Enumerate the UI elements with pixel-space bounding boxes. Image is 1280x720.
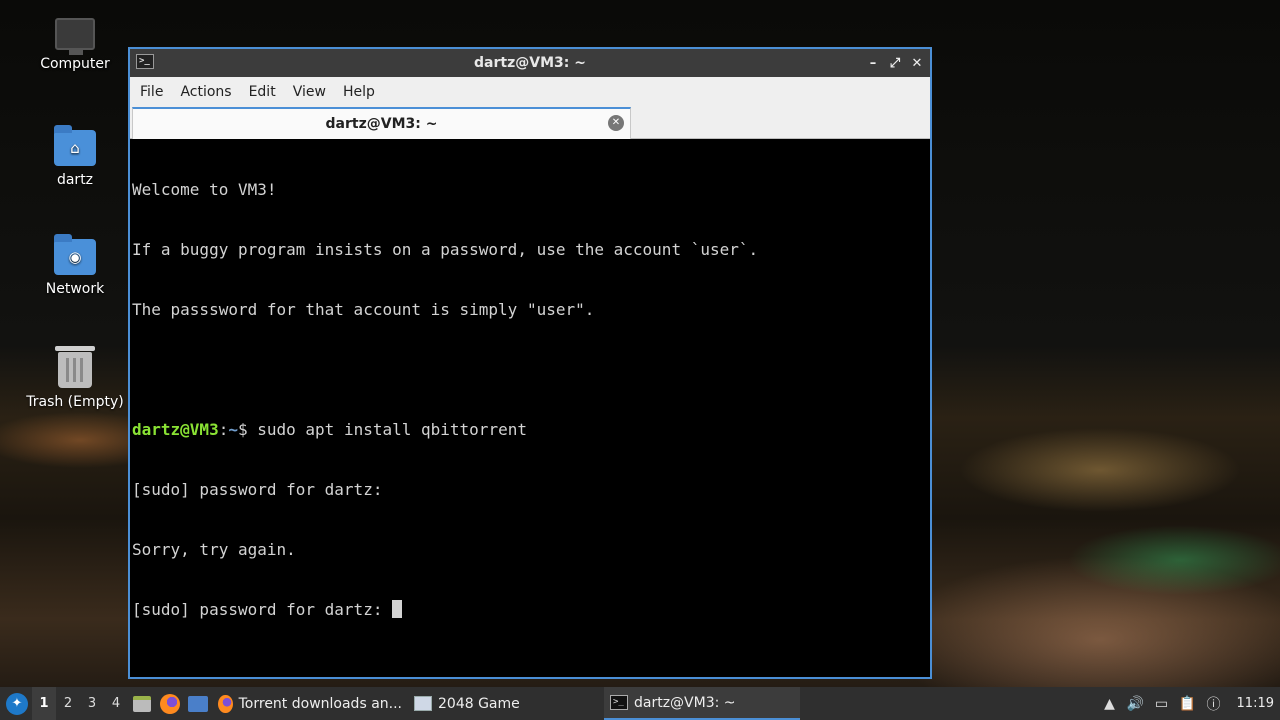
- menu-bar: File Actions Edit View Help: [130, 77, 930, 107]
- start-menu-button[interactable]: ✦: [2, 689, 32, 719]
- task-firefox[interactable]: Torrent downloads an...: [212, 687, 408, 720]
- prompt-path: ~: [228, 420, 238, 439]
- terminal-line: Welcome to VM3!: [132, 180, 277, 199]
- desktop-icon-label: Trash (Empty): [26, 394, 124, 410]
- trash-icon: [55, 346, 95, 388]
- firefox-launcher[interactable]: [156, 687, 184, 720]
- desktop-icon-home[interactable]: ⌂ dartz: [24, 125, 126, 188]
- terminal-icon: >_: [136, 54, 154, 69]
- workspace-1[interactable]: 1: [32, 687, 56, 720]
- firefox-icon: [160, 693, 180, 714]
- terminal-output[interactable]: Welcome to VM3! If a buggy program insis…: [130, 139, 930, 677]
- task-2048-game[interactable]: 2048 Game: [408, 687, 604, 720]
- network-folder-icon: ◉: [54, 234, 96, 275]
- update-notifier-icon[interactable]: ⓘ: [1203, 687, 1225, 720]
- task-terminal[interactable]: >_ dartz@VM3: ~: [604, 687, 800, 720]
- clipboard-icon[interactable]: 📋: [1177, 687, 1199, 720]
- text-cursor: [392, 600, 403, 618]
- tab-close-icon[interactable]: ✕: [608, 115, 624, 131]
- task-label: 2048 Game: [438, 695, 520, 712]
- volume-icon[interactable]: 🔊: [1125, 687, 1147, 720]
- desktop-icon-network[interactable]: ◉ Network: [24, 234, 126, 297]
- workspace-3[interactable]: 3: [80, 687, 104, 720]
- terminal-line: The passsword for that account is simply…: [132, 300, 595, 319]
- computer-icon: [55, 18, 95, 55]
- terminal-prompt-line: dartz@VM3:~$ sudo apt install qbittorren…: [132, 420, 928, 440]
- workspace-2[interactable]: 2: [56, 687, 80, 720]
- tab-terminal[interactable]: dartz@VM3: ~ ✕: [132, 107, 631, 139]
- workspace-4[interactable]: 4: [104, 687, 128, 720]
- terminal-command: sudo apt install qbittorrent: [257, 420, 527, 439]
- terminal-line: [sudo] password for dartz:: [132, 600, 393, 619]
- task-label: Torrent downloads an...: [238, 695, 402, 712]
- desktop-icon-label: Network: [45, 281, 105, 297]
- system-tray: ▲ 🔊 ▭ 📋 ⓘ 11:19: [1099, 687, 1280, 720]
- desktop-icon-label: Computer: [40, 56, 110, 72]
- close-button[interactable]: ✕: [908, 56, 926, 71]
- window-icon: [414, 696, 432, 711]
- prompt-user: dartz@VM3: [132, 420, 219, 439]
- terminal-line: If a buggy program insists on a password…: [132, 240, 759, 259]
- menu-file[interactable]: File: [132, 84, 171, 100]
- terminal-icon: >_: [610, 695, 628, 710]
- menu-edit[interactable]: Edit: [241, 84, 284, 100]
- tab-label: dartz@VM3: ~: [325, 116, 438, 132]
- menu-view[interactable]: View: [285, 84, 334, 100]
- show-desktop-icon: [188, 695, 208, 712]
- window-controls: – ⤢ ✕: [864, 49, 926, 77]
- maximize-button[interactable]: ⤢: [886, 56, 904, 71]
- desktop-icon-label: dartz: [56, 172, 94, 188]
- show-desktop-launcher[interactable]: [184, 687, 212, 720]
- terminal-line: [sudo] password for dartz:: [132, 480, 383, 499]
- menu-actions[interactable]: Actions: [172, 84, 239, 100]
- window-title: dartz@VM3: ~: [474, 55, 586, 71]
- prompt-end: $: [237, 420, 258, 439]
- file-manager-icon: [133, 695, 151, 712]
- clock[interactable]: 11:19: [1237, 696, 1274, 711]
- minimize-button[interactable]: –: [864, 56, 882, 71]
- terminal-input-line[interactable]: [sudo] password for dartz:: [132, 600, 928, 620]
- terminal-line: Sorry, try again.: [132, 540, 296, 559]
- file-manager-launcher[interactable]: [128, 687, 156, 720]
- desktop-icon-computer[interactable]: Computer: [24, 18, 126, 72]
- tray-expand-icon[interactable]: ▲: [1099, 687, 1121, 720]
- task-label: dartz@VM3: ~: [634, 694, 736, 711]
- firefox-icon: [218, 694, 233, 713]
- terminal-window[interactable]: >_ dartz@VM3: ~ – ⤢ ✕ File Actions Edit …: [128, 47, 932, 679]
- network-icon[interactable]: ▭: [1151, 687, 1173, 720]
- tab-bar: dartz@VM3: ~ ✕: [130, 107, 930, 139]
- home-folder-icon: ⌂: [54, 125, 96, 166]
- window-titlebar[interactable]: >_ dartz@VM3: ~ – ⤢ ✕: [130, 49, 930, 77]
- menu-help[interactable]: Help: [335, 84, 383, 100]
- desktop-icon-trash[interactable]: Trash (Empty): [24, 346, 126, 410]
- lubuntu-logo-icon: ✦: [6, 692, 28, 715]
- prompt-separator: :: [218, 420, 229, 439]
- taskbar: ✦ 1 2 3 4 Torrent downloads an... 2048 G…: [0, 687, 1280, 720]
